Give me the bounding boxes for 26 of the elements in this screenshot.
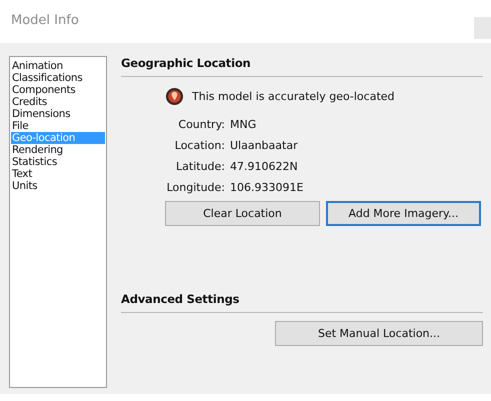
list-item[interactable]: File (11, 120, 105, 132)
field-label: Longitude: (166, 181, 225, 194)
list-item[interactable]: Rendering (11, 144, 105, 156)
action-button[interactable]: Clear Location (165, 201, 320, 226)
status-message: This model is accurately geo-located (192, 90, 395, 103)
action-button[interactable]: Add More Imagery... (326, 201, 481, 226)
window-title: Model Info (11, 13, 79, 28)
location-pin-icon (165, 87, 184, 106)
list-item[interactable]: Animation (11, 60, 105, 72)
field-label: Location: (174, 139, 225, 152)
action-button[interactable]: Set Manual Location... (275, 321, 483, 346)
list-item[interactable]: Dimensions (11, 108, 105, 120)
list-item[interactable]: Statistics (11, 156, 105, 168)
list-item[interactable]: Credits (11, 96, 105, 108)
list-item[interactable]: Text (11, 168, 105, 180)
list-item[interactable]: Units (11, 180, 105, 192)
section-heading: Geographic Location (121, 56, 251, 70)
list-item[interactable]: Components (11, 84, 105, 96)
field-value: 106.933091E (230, 181, 304, 194)
list-item[interactable]: Classifications (11, 72, 105, 84)
section-heading: Advanced Settings (121, 292, 240, 306)
field-value: 47.910622N (230, 160, 299, 173)
field-value: Ulaanbaatar (230, 139, 299, 152)
field-label: Country: (177, 118, 225, 131)
field-label: Latitude: (175, 160, 225, 173)
field-value: MNG (230, 118, 258, 131)
